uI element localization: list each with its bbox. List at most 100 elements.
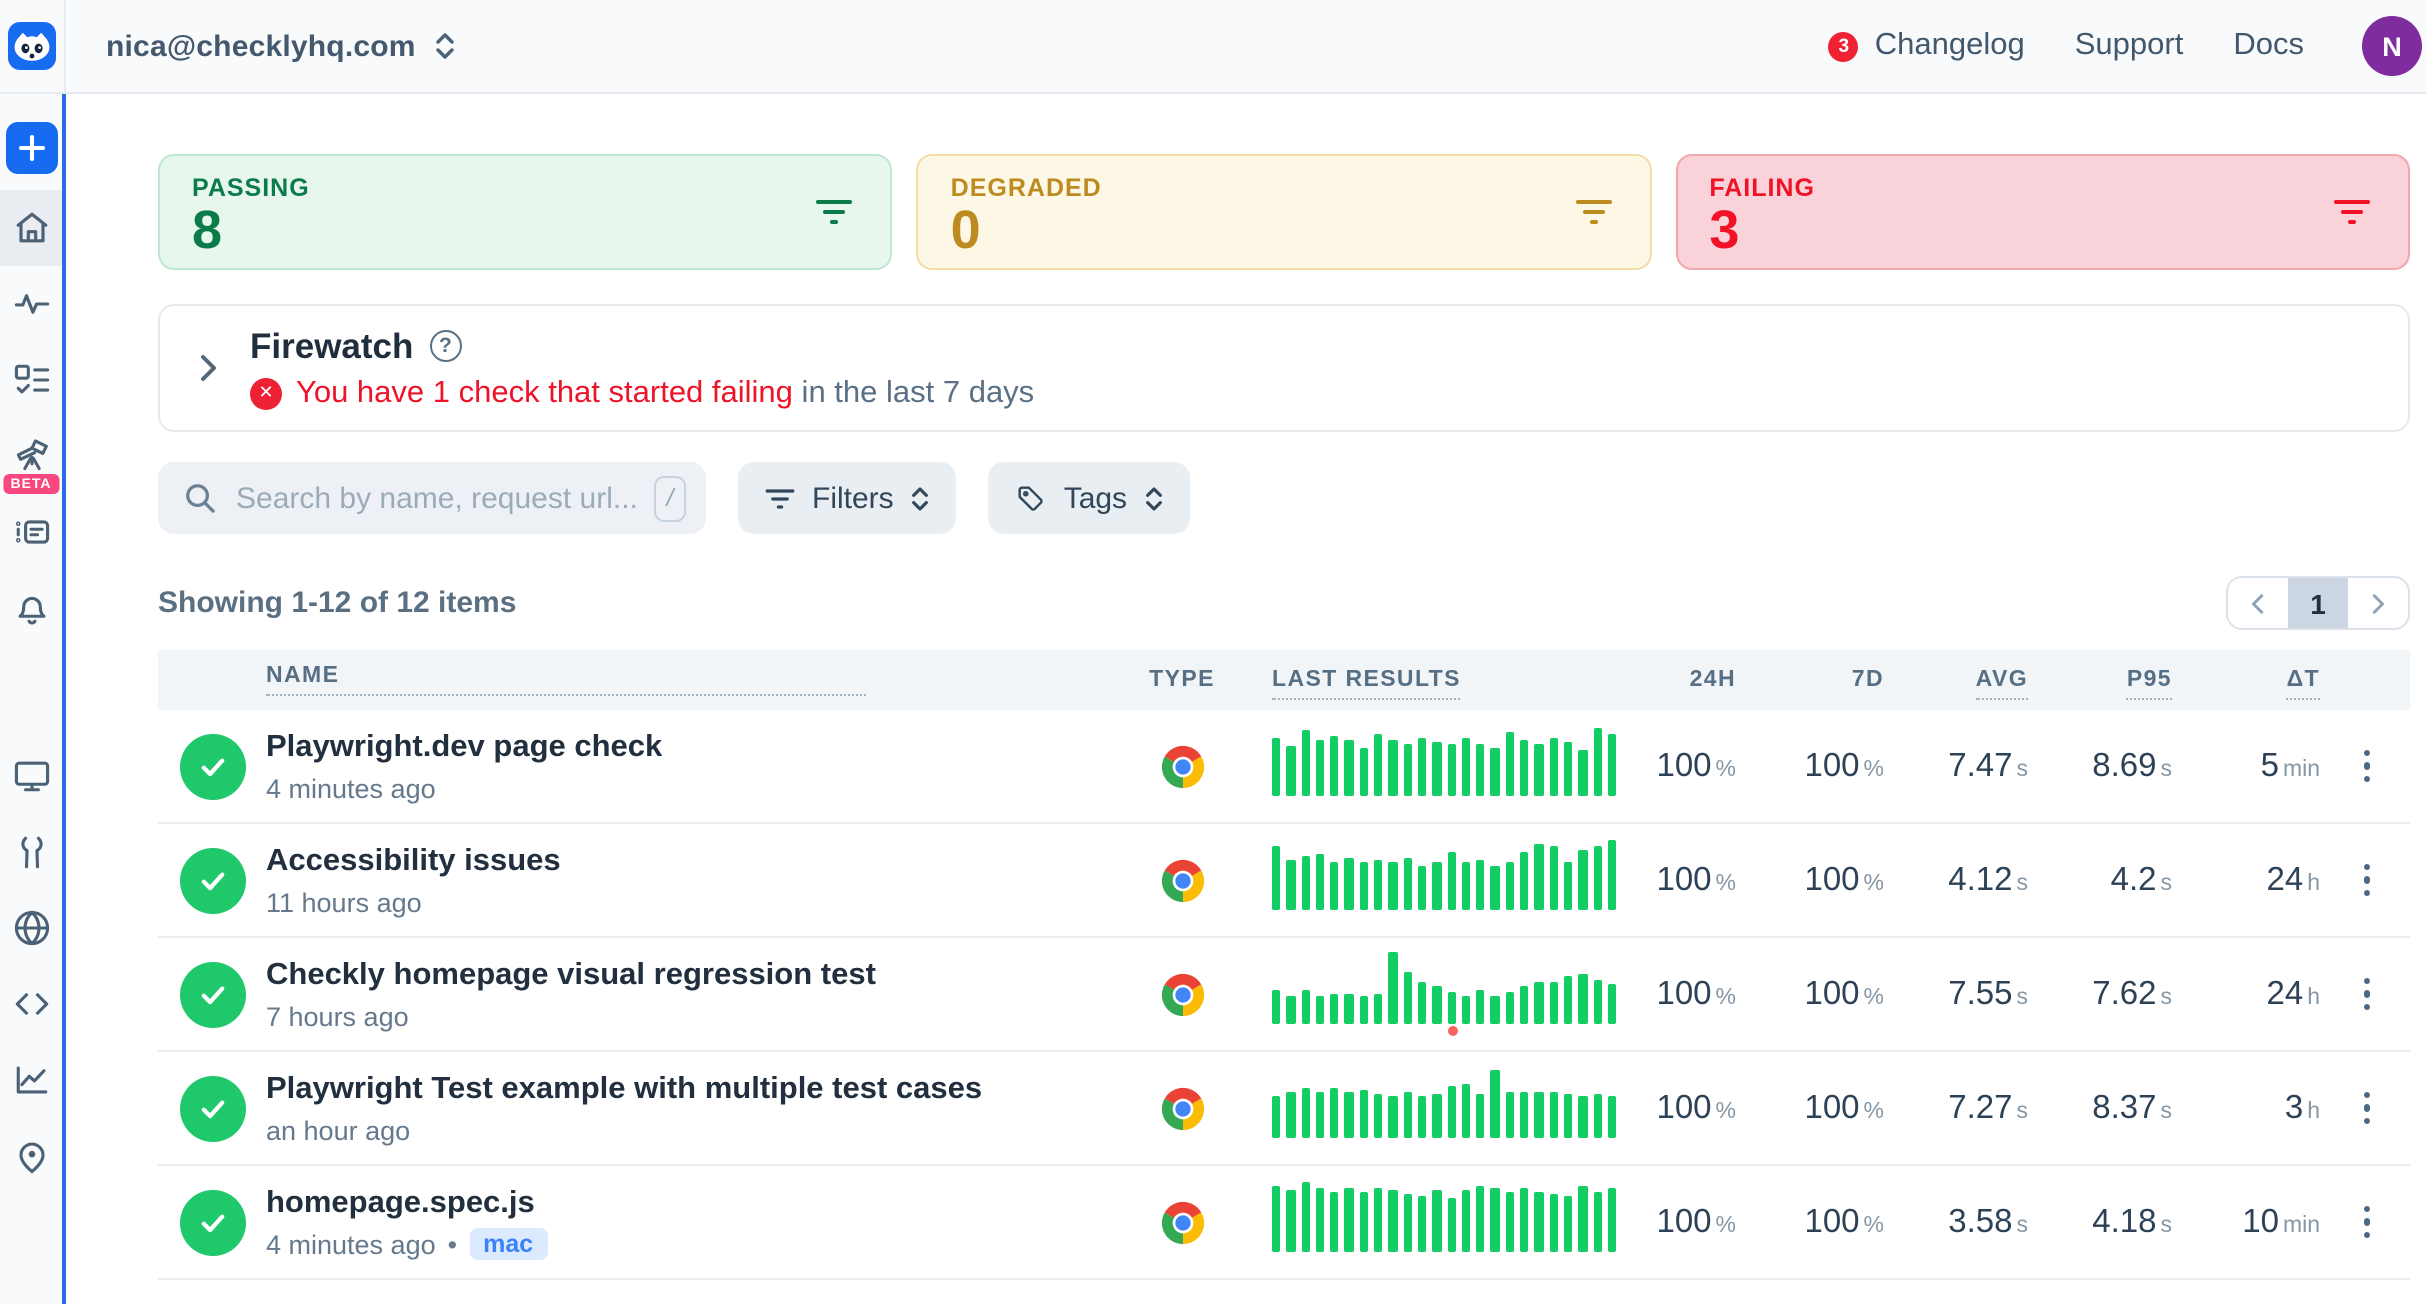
result-bar[interactable] [1491,748,1500,796]
result-bar[interactable] [1403,1194,1412,1252]
passing-card[interactable]: PASSING 8 [158,154,893,270]
result-bar[interactable] [1549,847,1558,910]
tag-chip[interactable]: mac [469,1228,547,1260]
result-bar[interactable] [1520,1092,1529,1138]
result-bar[interactable] [1535,844,1544,910]
result-bar[interactable] [1272,847,1281,910]
result-bar[interactable] [1403,744,1412,796]
result-bar[interactable] [1345,1189,1354,1252]
incident-dot[interactable] [1447,1025,1458,1036]
result-bar[interactable] [1418,737,1427,796]
nav-alerts[interactable] [0,570,62,646]
results-chart[interactable] [1272,724,1644,808]
result-bar[interactable] [1272,1096,1281,1138]
table-row[interactable]: Accessibility issues 11 hours ago 100% 1… [158,824,2410,938]
result-bar[interactable] [1433,987,1442,1024]
result-bar[interactable] [1360,995,1369,1024]
result-bar[interactable] [1418,1096,1427,1138]
result-bar[interactable] [1578,1096,1587,1138]
result-bar[interactable] [1301,855,1310,910]
result-bar[interactable] [1316,1092,1325,1138]
result-bar[interactable] [1520,987,1529,1024]
check-name[interactable]: Checkly homepage visual regression test [266,957,1120,996]
result-bar[interactable] [1301,730,1310,796]
header-last-results[interactable]: LAST RESULTS [1244,668,1644,692]
result-bar[interactable] [1520,1189,1529,1252]
row-menu-button[interactable] [2352,851,2382,908]
result-bar[interactable] [1535,1192,1544,1252]
result-bar[interactable] [1287,860,1296,910]
user-avatar[interactable]: N [2362,16,2422,76]
firewatch-expand-button[interactable] [190,344,226,392]
result-bar[interactable] [1316,854,1325,910]
result-bar[interactable] [1403,858,1412,910]
check-name[interactable]: Playwright Test example with multiple te… [266,1071,1120,1110]
support-link[interactable]: Support [2075,28,2184,64]
docs-link[interactable]: Docs [2233,28,2304,64]
result-bar[interactable] [1301,1183,1310,1252]
result-bar[interactable] [1389,1190,1398,1252]
result-bar[interactable] [1374,1187,1383,1252]
result-bar[interactable] [1608,984,1617,1024]
header-type[interactable]: TYPE [1120,668,1244,692]
result-bar[interactable] [1476,1186,1485,1252]
firewatch-alert[interactable]: ✕ You have 1 check that started failing … [250,375,1034,411]
result-bar[interactable] [1418,982,1427,1024]
result-bar[interactable] [1447,1086,1456,1138]
result-bar[interactable] [1491,865,1500,910]
result-bar[interactable] [1608,839,1617,910]
result-bar[interactable] [1360,747,1369,796]
result-bar[interactable] [1287,746,1296,796]
nav-locations[interactable] [0,1118,62,1194]
nav-explorer-beta[interactable]: BETA [0,418,62,494]
result-bar[interactable] [1593,845,1602,910]
result-bar[interactable] [1462,1190,1471,1252]
nav-maintenance-windows[interactable] [0,814,62,890]
result-bar[interactable] [1389,1096,1398,1138]
result-bar[interactable] [1608,1189,1617,1252]
degraded-card[interactable]: DEGRADED 0 [917,154,1652,270]
row-menu-button[interactable] [2352,737,2382,794]
result-bar[interactable] [1506,731,1515,796]
search-input[interactable]: Search by name, request url... / [158,462,706,534]
table-row[interactable]: Playwright Test example with multiple te… [158,1052,2410,1166]
check-name[interactable]: homepage.spec.js [266,1184,1120,1223]
result-bar[interactable] [1433,1190,1442,1252]
result-bar[interactable] [1433,1093,1442,1138]
nav-checks[interactable] [0,342,62,418]
result-bar[interactable] [1506,1192,1515,1252]
table-row[interactable]: Playwright.dev page check 4 minutes ago … [158,710,2410,824]
results-chart[interactable] [1272,838,1644,922]
result-bar[interactable] [1433,743,1442,796]
result-bar[interactable] [1462,862,1471,910]
help-icon[interactable]: ? [429,330,461,362]
result-bar[interactable] [1564,1196,1573,1252]
result-bar[interactable] [1491,1070,1500,1138]
results-chart[interactable] [1272,1066,1644,1150]
result-bar[interactable] [1476,991,1485,1024]
filter-icon[interactable] [815,194,855,230]
result-bar[interactable] [1330,1192,1339,1252]
result-bar[interactable] [1433,861,1442,910]
result-bar[interactable] [1316,1187,1325,1252]
result-bar[interactable] [1374,994,1383,1024]
result-bar[interactable] [1564,976,1573,1024]
result-bar[interactable] [1360,1192,1369,1252]
result-bar[interactable] [1360,861,1369,910]
results-chart[interactable] [1272,952,1644,1036]
result-bar[interactable] [1272,1186,1281,1252]
header-delta-t[interactable]: ΔT [2176,668,2324,692]
result-bar[interactable] [1287,1190,1296,1252]
result-bar[interactable] [1520,740,1529,796]
result-bar[interactable] [1549,738,1558,796]
result-bar[interactable] [1345,740,1354,796]
result-bar[interactable] [1491,995,1500,1024]
nav-analytics[interactable] [0,1042,62,1118]
result-bar[interactable] [1389,952,1398,1024]
result-bar[interactable] [1403,972,1412,1024]
result-bar[interactable] [1535,1092,1544,1138]
result-bar[interactable] [1593,1192,1602,1252]
result-bar[interactable] [1287,995,1296,1024]
next-page-button[interactable] [2348,578,2408,628]
result-bar[interactable] [1316,740,1325,796]
